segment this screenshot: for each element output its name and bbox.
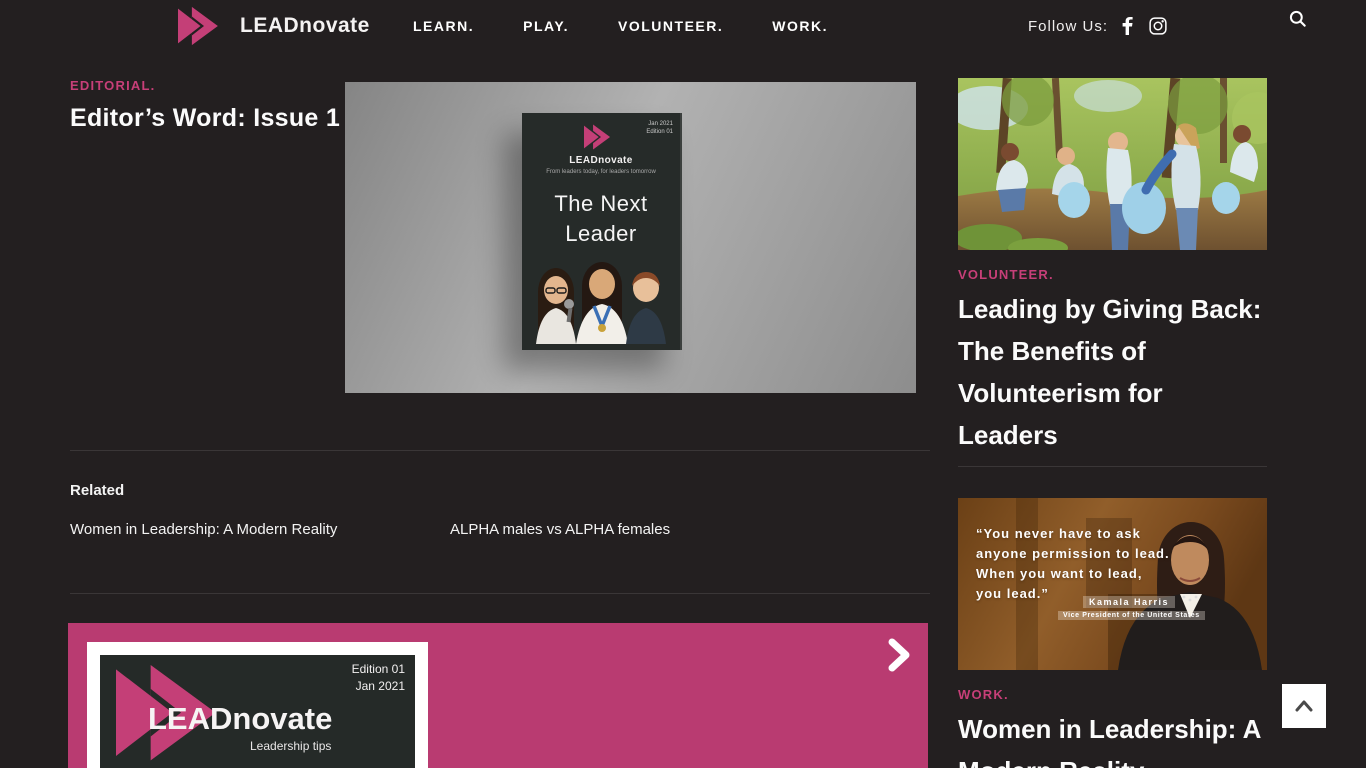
carousel-brand: LEADnovate	[148, 701, 332, 737]
magazine-cover: Jan 2021 Edition 01 LEADnovate From lead…	[522, 113, 682, 350]
facebook-glyph	[1122, 17, 1133, 35]
issues-carousel: Edition 01 Jan 2021 LEADnovate Leadershi…	[68, 623, 928, 768]
carousel-edition: Edition 01	[352, 661, 405, 678]
carousel-date: Jan 2021	[352, 678, 405, 695]
sidebar-post-volunteer-title[interactable]: Leading by Giving Back: The Benefits of …	[958, 288, 1267, 456]
related-link-women-in-leadership[interactable]: Women in Leadership: A Modern Reality	[70, 521, 337, 538]
facebook-icon[interactable]	[1122, 17, 1133, 35]
carousel-next-button[interactable]	[874, 631, 924, 681]
instagram-glyph	[1149, 17, 1167, 35]
sidebar-post-volunteer-image[interactable]	[958, 78, 1267, 250]
sidebar-post-work-image[interactable]: “You never have to ask anyone permission…	[958, 498, 1267, 670]
related-heading: Related	[70, 482, 124, 499]
carousel-issue-info: Edition 01 Jan 2021	[352, 661, 405, 695]
kamala-quote-role: Vice President of the United States	[1058, 611, 1205, 620]
cover-title: The Next Leader	[522, 189, 680, 249]
cover-issue-info: Jan 2021 Edition 01	[646, 120, 673, 136]
article-title: Editor’s Word: Issue 1	[70, 104, 340, 133]
divider-bottom	[70, 593, 930, 594]
social-links	[1122, 17, 1167, 35]
featured-image[interactable]: Jan 2021 Edition 01 LEADnovate From lead…	[345, 82, 916, 393]
nav-item-volunteer[interactable]: VOLUNTEER.	[618, 18, 723, 34]
nav-item-play[interactable]: PLAY.	[523, 18, 569, 34]
carousel-cover: Edition 01 Jan 2021 LEADnovate Leadershi…	[100, 655, 415, 768]
kamala-quote-attribution: Kamala Harris	[1083, 596, 1175, 608]
instagram-icon[interactable]	[1149, 17, 1167, 35]
nav-item-work[interactable]: WORK.	[772, 18, 828, 34]
page: LEADnovate LEARN. PLAY. VOLUNTEER. WORK.…	[0, 0, 1366, 768]
divider-top	[70, 450, 930, 451]
brand-name: LEADnovate	[240, 14, 370, 38]
scroll-to-top-button[interactable]	[1282, 684, 1326, 728]
main-nav: LEARN. PLAY. VOLUNTEER. WORK.	[413, 0, 828, 52]
site-header: LEADnovate LEARN. PLAY. VOLUNTEER. WORK.…	[0, 0, 1366, 52]
cover-date: Jan 2021	[646, 120, 673, 128]
sidebar-post-work-category[interactable]: WORK.	[958, 687, 1267, 702]
kamala-quote-text: “You never have to ask anyone permission…	[976, 524, 1170, 604]
search-glyph	[1288, 9, 1308, 29]
cover-brand: LEADnovate	[522, 155, 680, 166]
cover-logo-icon	[584, 124, 618, 150]
nav-item-learn[interactable]: LEARN.	[413, 18, 474, 34]
follow-us-label: Follow Us:	[1028, 18, 1108, 35]
carousel-slide-edition-01[interactable]: Edition 01 Jan 2021 LEADnovate Leadershi…	[87, 642, 428, 768]
sidebar-post-volunteer-category[interactable]: VOLUNTEER.	[958, 267, 1267, 282]
cover-people-illustration	[526, 252, 676, 344]
related-link-alpha-males[interactable]: ALPHA males vs ALPHA females	[450, 521, 670, 538]
cover-edition: Edition 01	[646, 128, 673, 136]
chevron-up-icon	[1294, 699, 1314, 713]
follow-us-block: Follow Us:	[1028, 0, 1167, 52]
sidebar-divider	[958, 466, 1267, 467]
volunteer-cleanup-photo	[958, 78, 1267, 250]
leadnovate-logo-icon	[178, 6, 230, 46]
brand-logo[interactable]: LEADnovate	[178, 6, 370, 46]
cover-tagline: From leaders today, for leaders tomorrow	[522, 169, 680, 175]
sidebar: VOLUNTEER. Leading by Giving Back: The B…	[958, 78, 1267, 768]
main-content: EDITORIAL. Editor’s Word: Issue 1 Jan 20…	[70, 78, 930, 93]
chevron-right-icon	[886, 638, 912, 672]
carousel-subtitle: Leadership tips	[250, 739, 331, 753]
search-icon[interactable]	[1287, 9, 1309, 31]
sidebar-post-work-title[interactable]: Women in Leadership: A Modern Reality	[958, 708, 1267, 768]
